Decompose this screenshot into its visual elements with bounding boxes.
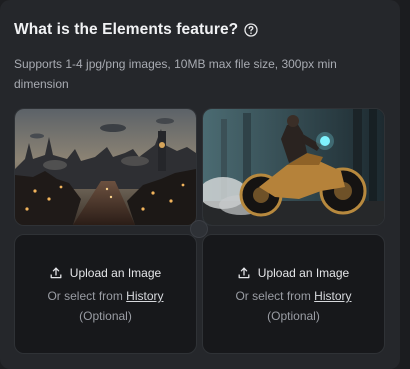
upload-label-row: Upload an Image — [15, 266, 196, 280]
panel-scroll-edge — [400, 0, 410, 369]
steampunk-city-image[interactable] — [14, 108, 197, 226]
select-prefix: Or select from — [47, 289, 123, 303]
upload-icon — [50, 267, 62, 279]
panel-title: What is the Elements feature? — [14, 21, 239, 38]
upload-label-row: Upload an Image — [203, 266, 384, 280]
upload-label[interactable]: Upload an Image — [258, 266, 349, 280]
select-from-history-row: Or select from History — [15, 289, 196, 303]
panel-header: What is the Elements feature? — [14, 21, 258, 39]
requirements-text: Supports 1-4 jpg/png images, 10MB max fi… — [14, 57, 337, 91]
upload-label[interactable]: Upload an Image — [70, 266, 161, 280]
upload-icon — [238, 267, 250, 279]
history-link[interactable]: History — [126, 289, 163, 303]
optional-label: (Optional) — [79, 309, 132, 323]
upload-slot-2[interactable]: Upload an Image Or select from History (… — [202, 234, 385, 354]
elements-panel: What is the Elements feature? Supports 1… — [0, 0, 400, 369]
select-from-history-row: Or select from History — [203, 289, 384, 303]
optional-label: (Optional) — [267, 309, 320, 323]
steampunk-motorcycle-image[interactable] — [202, 108, 385, 226]
history-link[interactable]: History — [314, 289, 351, 303]
upload-slot-1[interactable]: Upload an Image Or select from History (… — [14, 234, 197, 354]
help-circle-icon[interactable] — [244, 23, 258, 37]
select-prefix: Or select from — [235, 289, 311, 303]
